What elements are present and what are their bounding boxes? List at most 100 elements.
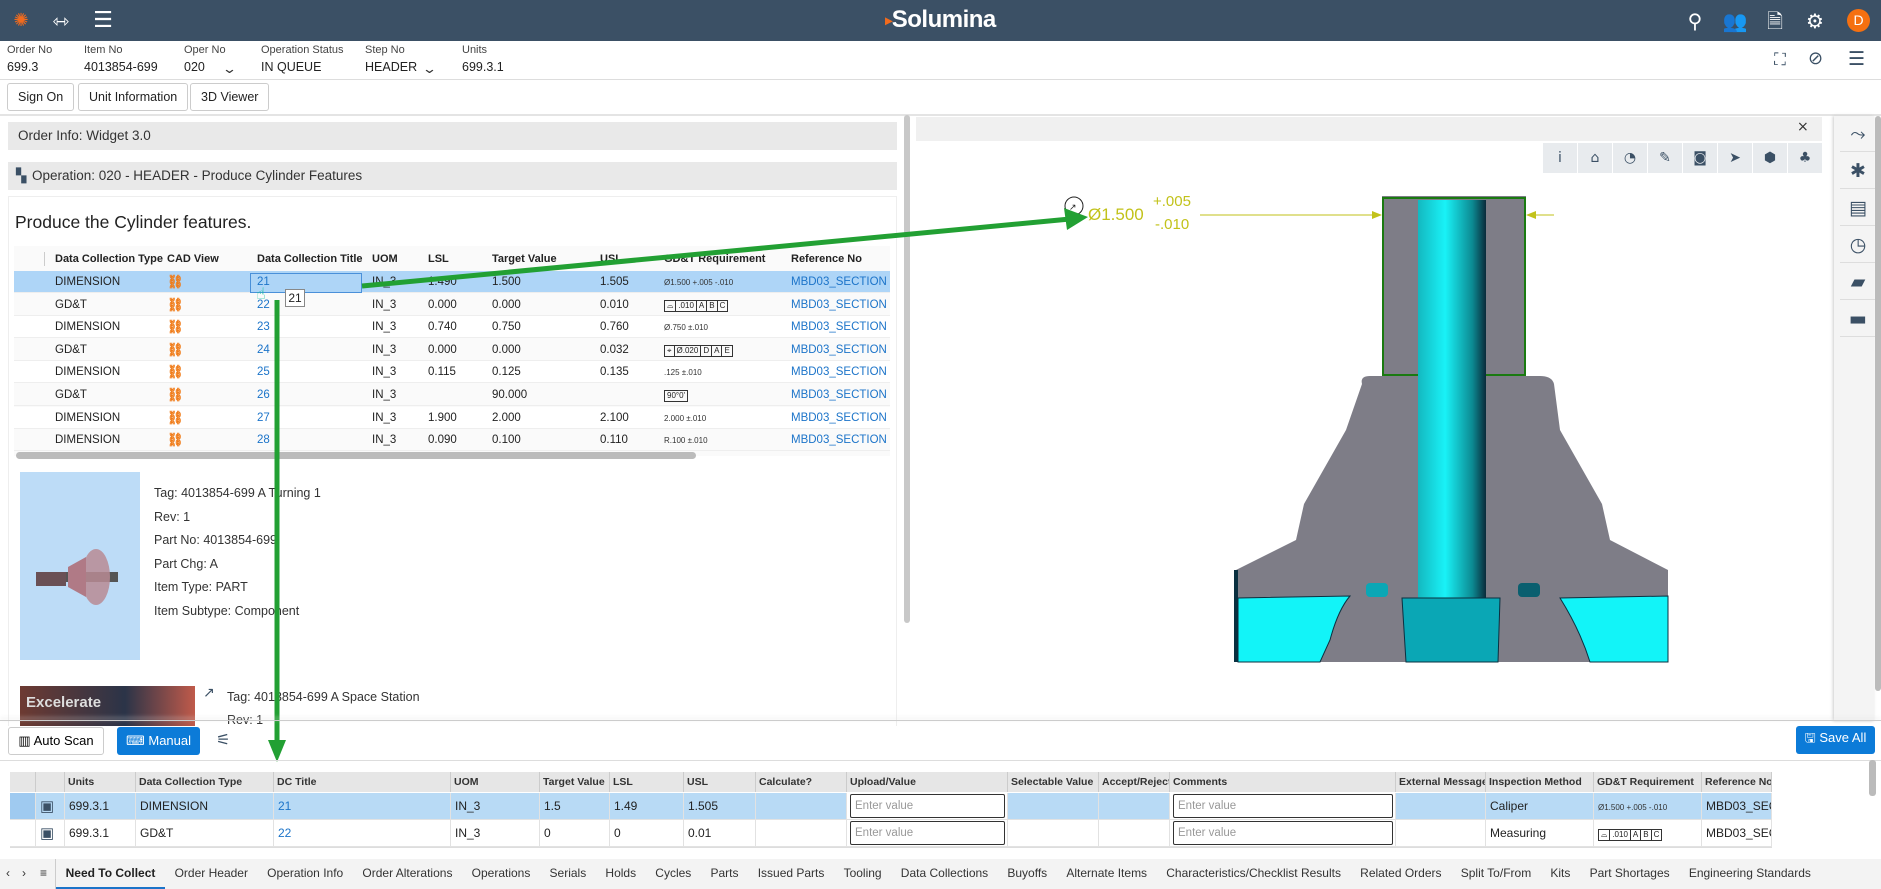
- cell-title[interactable]: 21: [274, 793, 451, 820]
- grid-header-uom[interactable]: UOM: [451, 772, 540, 792]
- column-header-gd-t-requirement[interactable]: GD&T Requirement: [664, 253, 765, 265]
- tab-split-to-from[interactable]: Split To/From: [1451, 859, 1541, 889]
- eye-slash-icon[interactable]: ⊘: [1808, 48, 1823, 69]
- cell-reference-link[interactable]: MBD03_SECTION: [791, 321, 887, 333]
- save-all-button[interactable]: 🖫 Save All: [1796, 726, 1875, 754]
- cell-title-link[interactable]: 28: [257, 434, 270, 446]
- grid-header-lsl[interactable]: LSL: [610, 772, 684, 792]
- column-header-lsl[interactable]: LSL: [428, 253, 449, 265]
- binoculars-icon[interactable]: ⛓: [167, 410, 184, 426]
- left-panel-scrollbar[interactable]: [904, 115, 910, 623]
- cell-reference-link[interactable]: MBD03_SECTION: [791, 389, 887, 401]
- tab-buyoffs[interactable]: Buyoffs: [998, 859, 1057, 889]
- search-icon[interactable]: ⚲: [1682, 8, 1708, 34]
- tab-order-header[interactable]: Order Header: [165, 859, 258, 889]
- tab-serials[interactable]: Serials: [540, 859, 596, 889]
- cube-icon[interactable]: ⬢: [1753, 143, 1787, 173]
- gears-icon[interactable]: ⚙: [1802, 8, 1828, 34]
- grid-header-comments[interactable]: Comments: [1170, 772, 1396, 792]
- grid-header-target-value[interactable]: Target Value: [540, 772, 610, 792]
- home-icon[interactable]: ⌂: [1578, 143, 1612, 173]
- grid-header-gd-t-requirement[interactable]: GD&T Requirement: [1594, 772, 1702, 792]
- tab-parts[interactable]: Parts: [701, 859, 748, 889]
- row-selector[interactable]: [10, 820, 36, 847]
- tab-characteristics-checklist-results[interactable]: Characteristics/Checklist Results: [1157, 859, 1351, 889]
- oper-no-chevron-down-icon[interactable]: ⌄: [222, 62, 237, 77]
- cell-title-link[interactable]: 23: [257, 321, 270, 333]
- viewer-close-button[interactable]: ×: [1797, 119, 1809, 135]
- cell-reference-link[interactable]: MBD03_SECTION: [791, 366, 887, 378]
- grid-header-reference-no[interactable]: Reference No: [1702, 772, 1772, 792]
- tab-part-shortages[interactable]: Part Shortages: [1580, 859, 1679, 889]
- unit-information-button[interactable]: Unit Information: [78, 83, 189, 111]
- route-icon[interactable]: ⤳: [1840, 116, 1876, 152]
- tab-engineering-standards[interactable]: Engineering Standards: [1679, 859, 1820, 889]
- feather-icon[interactable]: ✎: [1648, 143, 1682, 173]
- cell-title-link[interactable]: 25: [257, 366, 270, 378]
- tab-cycles[interactable]: Cycles: [646, 859, 701, 889]
- pointer-icon[interactable]: ➤: [1718, 143, 1752, 173]
- grid-header-selectable-value[interactable]: Selectable Value: [1008, 772, 1099, 792]
- document-help-icon[interactable]: 🗎: [1762, 8, 1788, 34]
- column-header-usl[interactable]: USL: [600, 253, 622, 265]
- auto-scan-button[interactable]: ▥ Auto Scan: [8, 727, 104, 755]
- column-header-data-collection-title[interactable]: Data Collection Title: [257, 253, 363, 265]
- cell-title-link[interactable]: 27: [257, 412, 270, 424]
- tab-data-collections[interactable]: Data Collections: [891, 859, 998, 889]
- tab-menu-icon[interactable]: ≡: [32, 859, 57, 889]
- clock-icon[interactable]: ◷: [1840, 227, 1876, 263]
- tab-related-orders[interactable]: Related Orders: [1351, 859, 1452, 889]
- save-row-icon[interactable]: ▣: [36, 820, 65, 847]
- field-value[interactable]: HEADER: [365, 60, 417, 74]
- tab-scroll-right-icon[interactable]: ›: [16, 859, 32, 889]
- grid-header-inspection-method[interactable]: Inspection Method: [1486, 772, 1594, 792]
- save-row-icon[interactable]: ▣: [36, 793, 65, 820]
- operation-header[interactable]: ▚ Operation: 020 - HEADER - Produce Cylin…: [8, 162, 897, 190]
- tab-issued-parts[interactable]: Issued Parts: [748, 859, 834, 889]
- oper-no-field[interactable]: Oper No 020: [184, 44, 226, 74]
- tab-scroll-left-icon[interactable]: ‹: [0, 859, 16, 889]
- cell-reference-link[interactable]: MBD03_SECTION: [791, 276, 887, 288]
- comments-input[interactable]: Enter value: [1173, 821, 1393, 845]
- grid-header-upload-value[interactable]: Upload/Value: [847, 772, 1008, 792]
- comment-icon[interactable]: ▰: [1840, 264, 1876, 300]
- filter-sliders-icon[interactable]: ⚟: [216, 730, 230, 749]
- binoculars-icon[interactable]: ⛓: [167, 319, 184, 335]
- avatar[interactable]: D: [1847, 9, 1870, 32]
- tab-operation-info[interactable]: Operation Info: [258, 859, 353, 889]
- tab-alternate-items[interactable]: Alternate Items: [1057, 859, 1157, 889]
- info-icon[interactable]: i: [1543, 143, 1577, 173]
- pie-chart-icon[interactable]: ◔: [1613, 143, 1647, 173]
- bug-icon[interactable]: ✱: [1840, 153, 1876, 189]
- cell-reference-link[interactable]: MBD03_SECTION: [791, 412, 887, 424]
- page-scrollbar[interactable]: [1875, 116, 1881, 691]
- grid-header-data-collection-type[interactable]: Data Collection Type: [136, 772, 274, 792]
- step-no-field[interactable]: Step No HEADER: [365, 44, 417, 74]
- table-horizontal-scrollbar[interactable]: [16, 452, 696, 459]
- grid-header-dc-title[interactable]: DC Title: [274, 772, 451, 792]
- column-header-cad-view[interactable]: CAD View: [167, 253, 219, 265]
- grid-header-usl[interactable]: USL: [684, 772, 756, 792]
- binoculars-icon[interactable]: ⛓: [167, 432, 184, 448]
- part-thumbnail[interactable]: [20, 472, 140, 660]
- order-info-header[interactable]: Order Info: Widget 3.0: [8, 122, 897, 150]
- cell-reference-link[interactable]: MBD03_SECTION: [791, 299, 887, 311]
- camera-icon[interactable]: ◙: [1683, 143, 1717, 173]
- step-no-chevron-down-icon[interactable]: ⌄: [422, 62, 437, 77]
- tab-holds[interactable]: Holds: [596, 859, 646, 889]
- tab-kits[interactable]: Kits: [1541, 859, 1580, 889]
- tab-tooling[interactable]: Tooling: [834, 859, 891, 889]
- row-selector[interactable]: [10, 793, 36, 820]
- upload-value-input[interactable]: Enter value: [850, 821, 1005, 845]
- cell-title[interactable]: 22: [274, 820, 451, 847]
- binoculars-icon[interactable]: ⛓: [167, 297, 184, 313]
- 3d-viewer-button[interactable]: 3D Viewer: [190, 83, 270, 111]
- binoculars-icon[interactable]: ⛓: [167, 387, 184, 403]
- cell-reference-link[interactable]: MBD03_SECTION: [791, 344, 887, 356]
- tab-order-alterations[interactable]: Order Alterations: [353, 859, 462, 889]
- binoculars-icon[interactable]: ⛓: [167, 342, 184, 358]
- grid-scrollbar[interactable]: [1869, 760, 1876, 796]
- external-link-icon[interactable]: ↗: [203, 685, 215, 701]
- field-value[interactable]: 020: [184, 60, 226, 74]
- comments-input[interactable]: Enter value: [1173, 794, 1393, 818]
